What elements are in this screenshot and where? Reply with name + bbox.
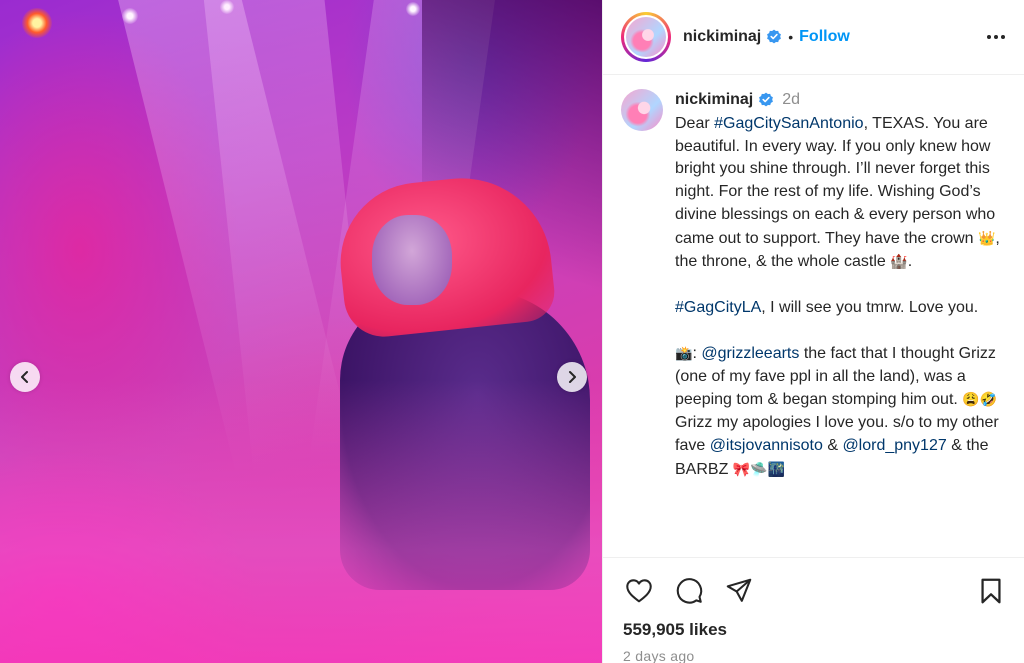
performer-face — [372, 215, 452, 305]
caption-segment: , I will see you tmrw. Love you. — [761, 298, 979, 316]
post-date[interactable]: 2 days ago — [623, 648, 1007, 663]
caption-segment: : — [692, 345, 702, 362]
verified-badge-icon — [767, 29, 782, 44]
hashtag-link[interactable]: #GagCitySanAntonio — [714, 115, 863, 132]
like-count[interactable]: 559,905 likes — [623, 620, 1007, 640]
mention-link[interactable]: @itsjovannisoto — [710, 437, 823, 454]
post-photo[interactable] — [0, 0, 602, 663]
caption: nickiminaj 2d Dear #GagCitySanAntonio, T… — [603, 75, 1024, 481]
verified-badge-icon — [759, 92, 774, 107]
caption-segment: Dear — [675, 115, 715, 132]
post-side-panel: nickiminaj • Follow nickiminaj 2d Dear #… — [602, 0, 1024, 663]
comment-icon — [676, 578, 703, 604]
end-emojis: 🎀🛸🌃 — [732, 460, 786, 477]
hashtag-link[interactable]: #GagCityLA — [675, 299, 761, 316]
camera-emoji: 📸 — [675, 345, 693, 361]
carousel-next-button[interactable] — [557, 362, 587, 392]
caption-avatar[interactable] — [621, 89, 663, 131]
mention-link[interactable]: @grizzleearts — [701, 345, 799, 362]
caption-segment: , TEXAS. You are beautiful. In every way… — [675, 115, 996, 247]
post-actions: 559,905 likes 2 days ago — [603, 557, 1024, 663]
like-button[interactable] — [623, 575, 655, 607]
faces-emoji: 😩🤣 — [962, 391, 998, 408]
share-button[interactable] — [723, 575, 755, 607]
header-username[interactable]: nickiminaj — [683, 28, 761, 46]
send-icon — [726, 578, 752, 602]
chevron-left-icon — [21, 371, 28, 383]
save-button[interactable] — [975, 575, 1007, 607]
follow-button[interactable]: Follow — [799, 28, 850, 46]
more-options-icon — [987, 35, 1005, 39]
mention-link[interactable]: @lord_pny127 — [842, 437, 946, 454]
castle-emoji: 🏰 — [890, 253, 908, 270]
caption-segment: & — [822, 436, 843, 454]
more-options-button[interactable] — [984, 25, 1008, 49]
caption-username[interactable]: nickiminaj — [675, 91, 753, 109]
chevron-right-icon — [569, 371, 576, 383]
heart-icon — [626, 579, 652, 603]
stage-light — [22, 8, 52, 38]
crown-emoji: 👑 — [977, 229, 996, 246]
carousel-prev-button[interactable] — [10, 362, 40, 392]
avatar — [626, 17, 666, 57]
separator-dot: • — [788, 29, 794, 45]
story-avatar[interactable] — [621, 12, 671, 62]
stage-haze — [0, 380, 602, 663]
caption-text: Dear #GagCitySanAntonio, TEXAS. You are … — [675, 113, 1005, 481]
caption-segment: . — [907, 253, 913, 271]
post-header: nickiminaj • Follow — [603, 0, 1024, 75]
bookmark-icon — [981, 578, 1001, 604]
post-time[interactable]: 2d — [782, 91, 800, 109]
comment-button[interactable] — [673, 575, 705, 607]
